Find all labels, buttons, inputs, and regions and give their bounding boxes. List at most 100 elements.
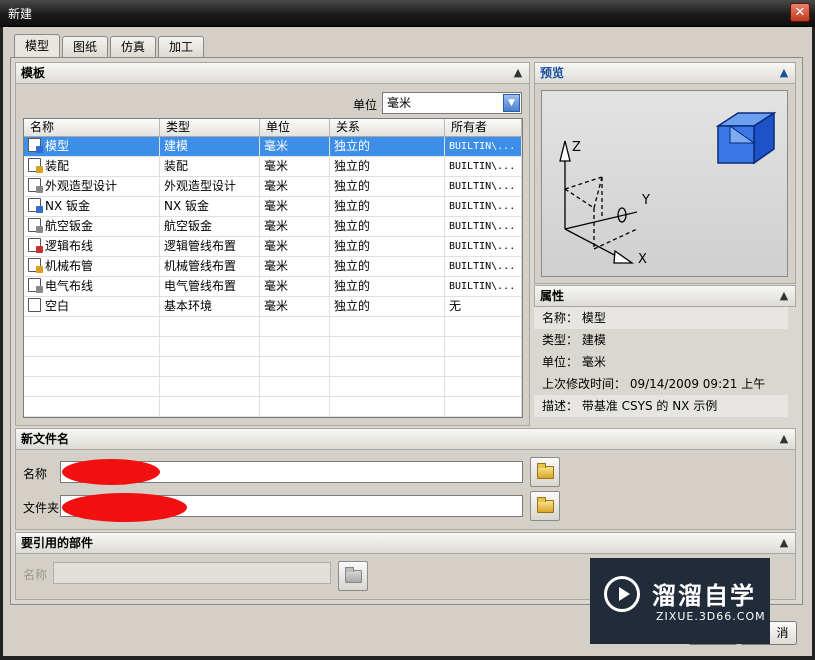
row-unit: 毫米 <box>260 297 330 316</box>
properties-header-label: 属性 <box>540 289 565 303</box>
tab-drawing[interactable]: 图纸 <box>62 36 109 58</box>
table-row[interactable]: 逻辑布线 逻辑管线布置 毫米 独立的 BUILTIN\... <box>24 237 522 257</box>
row-name: 航空钣金 <box>45 219 94 233</box>
folder-icon <box>345 567 362 583</box>
tab-strip: 模型 图纸 仿真 加工 <box>14 34 206 58</box>
folder-label: 文件夹 <box>23 501 60 515</box>
chevron-down-icon[interactable]: ▼ <box>503 94 520 112</box>
row-unit: 毫米 <box>260 237 330 256</box>
preview-image: Z Y X <box>541 90 788 277</box>
empty-row <box>24 377 522 397</box>
redaction-mark <box>62 493 187 522</box>
row-name: 电气布线 <box>45 279 94 293</box>
row-relation: 独立的 <box>330 197 445 216</box>
column-header-relation[interactable]: 关系 <box>330 119 445 136</box>
shape-studio-icon <box>28 178 43 193</box>
referenced-parts-group-header[interactable]: 要引用的部件 ▲ <box>15 532 796 554</box>
row-type: 逻辑管线布置 <box>160 237 260 256</box>
row-owner: BUILTIN\... <box>445 157 522 176</box>
mechanical-routing-icon <box>28 258 43 273</box>
unit-label: 单位 <box>353 98 378 112</box>
row-type: 基本环境 <box>160 297 260 316</box>
collapse-up-icon[interactable]: ▲ <box>510 65 526 81</box>
row-name: 装配 <box>45 159 70 173</box>
block-model-icon <box>715 111 777 165</box>
column-header-owner[interactable]: 所有者 <box>445 119 522 136</box>
table-row[interactable]: 装配 装配 毫米 独立的 BUILTIN\... <box>24 157 522 177</box>
axis-z-label: Z <box>572 140 581 155</box>
watermark-overlay: 溜溜自学 ZIXUE.3D66.COM <box>590 558 770 644</box>
row-relation: 独立的 <box>330 157 445 176</box>
blank-icon <box>28 298 41 312</box>
tab-simulation[interactable]: 仿真 <box>110 36 157 58</box>
close-button[interactable]: ✕ <box>790 3 810 22</box>
preview-group-header[interactable]: 预览 ▲ <box>534 62 796 84</box>
property-name: 名称： 模型 <box>534 307 788 329</box>
row-name: 机械布管 <box>45 259 94 273</box>
column-header-name[interactable]: 名称 <box>24 119 160 136</box>
assembly-icon <box>28 158 43 173</box>
referenced-name-input <box>53 562 331 584</box>
row-type: 电气管线布置 <box>160 277 260 296</box>
table-row[interactable]: 外观造型设计 外观造型设计 毫米 独立的 BUILTIN\... <box>24 177 522 197</box>
row-name: 空白 <box>45 299 70 313</box>
collapse-up-icon[interactable]: ▲ <box>776 65 792 81</box>
row-name: NX 钣金 <box>45 199 91 213</box>
model-icon <box>28 138 43 153</box>
collapse-up-icon[interactable]: ▲ <box>776 288 792 304</box>
unit-select[interactable]: 毫米 ▼ <box>382 92 522 114</box>
empty-row <box>24 357 522 377</box>
property-description: 描述： 带基准 CSYS 的 NX 示例 <box>534 395 788 417</box>
table-row[interactable]: NX 钣金 NX 钣金 毫米 独立的 BUILTIN\... <box>24 197 522 217</box>
row-relation: 独立的 <box>330 257 445 276</box>
row-unit: 毫米 <box>260 177 330 196</box>
row-relation: 独立的 <box>330 297 445 316</box>
templates-header-label: 模板 <box>21 66 46 80</box>
properties-group-header[interactable]: 属性 ▲ <box>534 285 796 307</box>
csys-preview-svg: Z Y X <box>559 111 777 267</box>
browse-name-button[interactable] <box>530 457 560 487</box>
collapse-up-icon[interactable]: ▲ <box>776 431 792 447</box>
collapse-up-icon[interactable]: ▲ <box>776 535 792 551</box>
row-owner: BUILTIN\... <box>445 177 522 196</box>
row-unit: 毫米 <box>260 197 330 216</box>
row-unit: 毫米 <box>260 137 330 156</box>
empty-row <box>24 317 522 337</box>
row-owner: BUILTIN\... <box>445 237 522 256</box>
row-owner: BUILTIN\... <box>445 197 522 216</box>
new-file-group-header[interactable]: 新文件名 ▲ <box>15 428 796 450</box>
row-relation: 独立的 <box>330 137 445 156</box>
axis-x-label: X <box>638 252 647 267</box>
properties-list: 名称： 模型 类型： 建模 单位： 毫米 上次修改时间： 09/14/2009 … <box>534 307 796 427</box>
row-owner: BUILTIN\... <box>445 257 522 276</box>
table-row[interactable]: 空白 基本环境 毫米 独立的 无 <box>24 297 522 317</box>
browse-folder-button[interactable] <box>530 491 560 521</box>
row-type: NX 钣金 <box>160 197 260 216</box>
row-owner: BUILTIN\... <box>445 137 522 156</box>
preview-header-label: 预览 <box>540 66 565 80</box>
row-unit: 毫米 <box>260 217 330 236</box>
row-type: 装配 <box>160 157 260 176</box>
property-unit: 单位： 毫米 <box>542 355 606 369</box>
row-relation: 独立的 <box>330 177 445 196</box>
tab-model[interactable]: 模型 <box>14 34 61 58</box>
empty-row <box>24 397 522 417</box>
row-name: 模型 <box>45 139 70 153</box>
tab-manufacturing[interactable]: 加工 <box>158 36 205 58</box>
browse-referenced-button <box>338 561 368 591</box>
table-row[interactable]: 电气布线 电气管线布置 毫米 独立的 BUILTIN\... <box>24 277 522 297</box>
folder-icon <box>537 463 554 479</box>
table-row[interactable]: 航空钣金 航空钣金 毫米 独立的 BUILTIN\... <box>24 217 522 237</box>
column-header-unit[interactable]: 单位 <box>260 119 330 136</box>
table-row[interactable]: 机械布管 机械管线布置 毫米 独立的 BUILTIN\... <box>24 257 522 277</box>
row-type: 航空钣金 <box>160 217 260 236</box>
referenced-name-label: 名称 <box>23 568 48 582</box>
row-relation: 独立的 <box>330 237 445 256</box>
empty-row <box>24 337 522 357</box>
logical-routing-icon <box>28 238 43 253</box>
name-label: 名称 <box>23 467 48 481</box>
templates-group-header[interactable]: 模板 ▲ <box>15 62 530 84</box>
table-row[interactable]: 模型 建模 毫米 独立的 BUILTIN\... <box>24 137 522 157</box>
row-name: 逻辑布线 <box>45 239 94 253</box>
column-header-type[interactable]: 类型 <box>160 119 260 136</box>
